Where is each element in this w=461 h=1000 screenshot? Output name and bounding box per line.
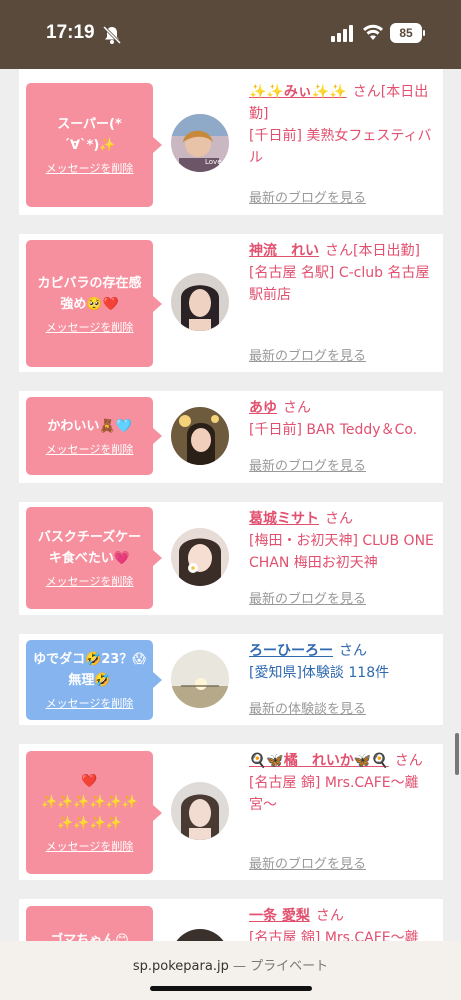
home-indicator[interactable] — [150, 986, 312, 991]
member-name-link[interactable]: 🍳🦋橘 れいか🦋🍳 — [249, 753, 389, 769]
honorific: さん — [325, 243, 353, 259]
avatar[interactable] — [171, 528, 229, 586]
member-status: [本日出勤] — [353, 243, 420, 259]
message-text: かわいい🧸🩵 — [47, 418, 132, 434]
member-name-link[interactable]: ✨✨みぃ✨✨ — [249, 84, 347, 100]
avatar[interactable] — [171, 407, 229, 465]
experience-count: [愛知県]体験談 118件 — [249, 665, 390, 681]
latest-blog-link[interactable]: 最新のブログを見る — [249, 455, 366, 474]
member-name-link[interactable]: ろーひーろー — [249, 643, 333, 659]
scrollbar[interactable] — [455, 733, 459, 775]
delete-message-link[interactable]: メッセージを削除 — [46, 838, 134, 854]
member-name-link[interactable]: あゆ — [249, 400, 277, 416]
list-item: ❤️ ✨✨✨✨✨✨ ✨✨✨✨ メッセージを削除 🍳🦋橘 れいか🦋🍳 さん [名古屋… — [19, 744, 443, 880]
honorific: さん — [315, 908, 344, 924]
shop-name: [千日前] 美熟女フェスティバル — [249, 128, 432, 166]
member-info: 葛城ミサト さん [梅田・お初天神] CLUB ONE CHAN 梅田お初天神 — [249, 508, 435, 574]
member-info: ✨✨みぃ✨✨ さん[本日出勤] [千日前] 美熟女フェスティバル — [249, 81, 435, 169]
status-bar: 17:19 85 — [0, 0, 461, 69]
latest-blog-link[interactable]: 最新のブログを見る — [249, 853, 366, 872]
shop-name: [梅田・お初天神] CLUB ONE CHAN 梅田お初天神 — [249, 533, 434, 571]
latest-blog-link[interactable]: 最新のブログを見る — [249, 187, 366, 206]
status-time: 17:19 — [46, 22, 95, 43]
latest-blog-link[interactable]: 最新のブログを見る — [249, 345, 366, 364]
list-item: カピバラの存在感強め🥺❤️ メッセージを削除 神流 れい さん[本日出勤] [名古… — [19, 234, 443, 372]
shop-name: [千日前] BAR Teddy＆Co. — [249, 422, 418, 438]
avatar[interactable] — [171, 273, 229, 331]
delete-message-link[interactable]: メッセージを削除 — [46, 695, 134, 711]
private-mode-label: — プライベート — [232, 959, 329, 974]
message-bubble: バスクチーズケーキ食べたい💗 メッセージを削除 — [26, 507, 162, 609]
message-text: バスクチーズケーキ食べたい💗 — [37, 530, 142, 566]
latest-review-link[interactable]: 最新の体験談を見る — [249, 698, 366, 717]
message-bubble: ❤️ ✨✨✨✨✨✨ ✨✨✨✨ メッセージを削除 — [26, 751, 162, 874]
latest-blog-link[interactable]: 最新のブログを見る — [249, 588, 366, 607]
signal-icon — [331, 25, 353, 42]
delete-message-link[interactable]: メッセージを削除 — [46, 160, 134, 176]
list-item: かわいい🧸🩵 メッセージを削除 あゆ さん [千日前] BAR Teddy＆Co.… — [19, 391, 443, 483]
svg-text:Love: Love — [205, 158, 222, 166]
member-name-link[interactable]: 一条 愛梨 — [249, 908, 310, 924]
message-bubble: スーパー(*´∀`*)✨ メッセージを削除 — [26, 83, 162, 207]
message-text: ゆでダコ🤣23？😱無理🤣 — [33, 652, 146, 688]
honorific: さん — [394, 753, 423, 769]
honorific: さん — [339, 643, 367, 659]
message-bubble: カピバラの存在感強め🥺❤️ メッセージを削除 — [26, 240, 162, 367]
delete-message-link[interactable]: メッセージを削除 — [46, 573, 134, 589]
list-item: スーパー(*´∀`*)✨ メッセージを削除 Love ✨✨みぃ✨✨ さん[本日出勤… — [19, 69, 443, 215]
member-info: 神流 れい さん[本日出勤] [名古屋 名駅] C-club 名古屋駅前店 — [249, 240, 435, 306]
shop-name: [名古屋 錦] Mrs.CAFE〜離宮〜 — [249, 775, 419, 813]
message-text: カピバラの存在感強め🥺❤️ — [37, 275, 142, 312]
delete-message-link[interactable]: メッセージを削除 — [46, 319, 134, 335]
avatar[interactable] — [171, 782, 229, 840]
avatar[interactable]: Love — [171, 114, 229, 172]
browser-address-bar[interactable]: sp.pokepara.jp — プライベート — [0, 941, 461, 1000]
message-text: スーパー(*´∀`*)✨ — [57, 117, 122, 153]
member-info: 🍳🦋橘 れいか🦋🍳 さん [名古屋 錦] Mrs.CAFE〜離宮〜 — [249, 750, 435, 816]
wifi-icon — [363, 24, 383, 40]
list-item: バスクチーズケーキ食べたい💗 メッセージを削除 葛城ミサト さん [梅田・お初天神… — [19, 502, 443, 615]
url-text[interactable]: sp.pokepara.jp — [133, 959, 229, 974]
delete-message-link[interactable]: メッセージを削除 — [46, 441, 134, 457]
message-bubble: かわいい🧸🩵 メッセージを削除 — [26, 397, 162, 475]
shop-name: [名古屋 名駅] C-club 名古屋駅前店 — [249, 265, 430, 303]
honorific: さん — [283, 400, 311, 416]
list-item: ゆでダコ🤣23？😱無理🤣 メッセージを削除 ろーひーろー さん [愛知県]体験談 … — [19, 634, 443, 725]
message-bubble: ゆでダコ🤣23？😱無理🤣 メッセージを削除 — [26, 640, 162, 720]
avatar[interactable] — [171, 650, 229, 708]
honorific: さん — [352, 84, 381, 100]
member-info: ろーひーろー さん [愛知県]体験談 118件 — [249, 640, 435, 684]
bell-muted-icon — [102, 25, 122, 45]
message-text: ❤️ ✨✨✨✨✨✨ ✨✨✨✨ — [40, 774, 139, 831]
member-name-link[interactable]: 神流 れい — [249, 243, 319, 259]
member-info: あゆ さん [千日前] BAR Teddy＆Co. — [249, 397, 435, 441]
honorific: さん — [325, 511, 353, 527]
battery-indicator: 85 — [390, 23, 425, 43]
member-name-link[interactable]: 葛城ミサト — [249, 511, 319, 527]
